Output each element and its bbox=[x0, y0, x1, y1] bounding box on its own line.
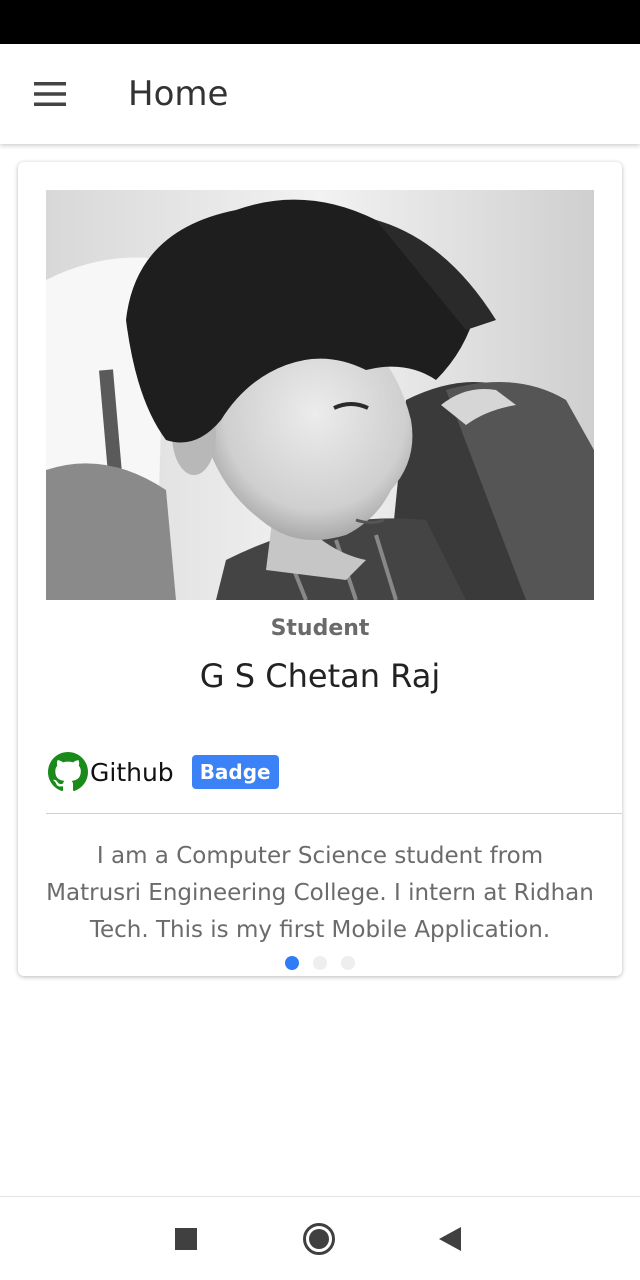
profile-links: Github Badge bbox=[48, 752, 279, 792]
profile-name: G S Chetan Raj bbox=[199, 657, 441, 695]
home-button[interactable] bbox=[299, 1219, 339, 1259]
carousel-pagination bbox=[18, 956, 622, 970]
triangle-back-icon bbox=[439, 1227, 461, 1251]
menu-button[interactable] bbox=[0, 44, 100, 144]
hamburger-menu-icon bbox=[34, 82, 66, 106]
github-link[interactable]: Github bbox=[48, 752, 174, 792]
page-title: Home bbox=[128, 74, 229, 114]
status-bar bbox=[0, 0, 640, 44]
pagination-dot-3[interactable] bbox=[341, 956, 355, 970]
recents-button[interactable] bbox=[166, 1219, 206, 1259]
profile-role: Student bbox=[270, 616, 370, 641]
system-nav-bar bbox=[0, 1196, 640, 1280]
circle-home-icon bbox=[303, 1223, 335, 1255]
profile-photo bbox=[46, 190, 594, 600]
pagination-dot-1[interactable] bbox=[285, 956, 299, 970]
profile-card: Student G S Chetan Raj Github Badge I am… bbox=[18, 162, 622, 976]
divider bbox=[46, 813, 622, 814]
app-bar: Home bbox=[0, 44, 640, 144]
square-recents-icon bbox=[175, 1228, 197, 1250]
pagination-dot-2[interactable] bbox=[313, 956, 327, 970]
github-label: Github bbox=[90, 757, 174, 787]
back-button[interactable] bbox=[430, 1219, 470, 1259]
badge-button[interactable]: Badge bbox=[191, 755, 279, 789]
github-icon bbox=[48, 752, 88, 792]
profile-bio: I am a Computer Science student from Mat… bbox=[46, 843, 594, 943]
